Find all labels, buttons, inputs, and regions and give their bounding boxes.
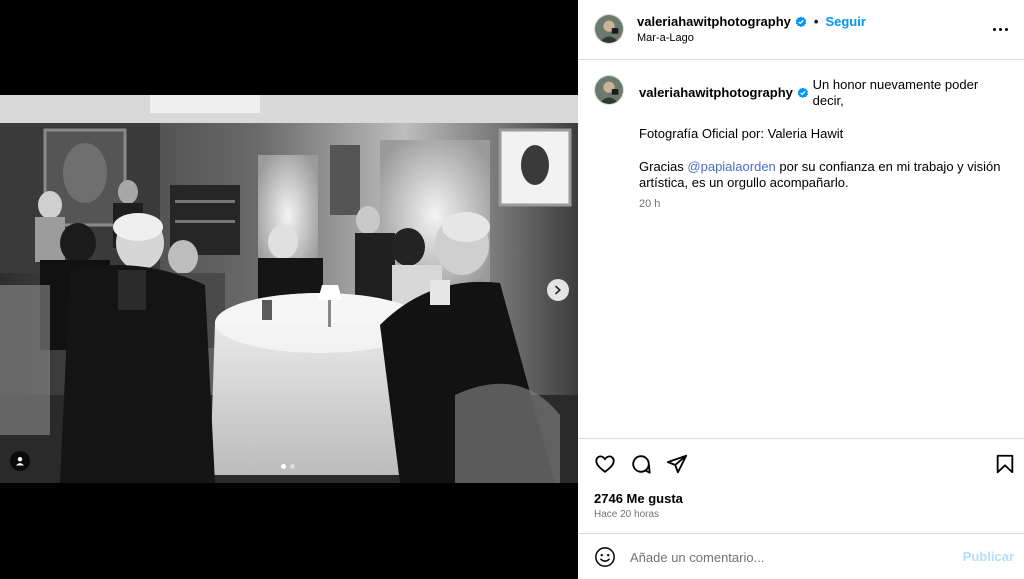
action-icons — [594, 453, 688, 475]
avatar-image — [595, 15, 623, 43]
post-details-panel: valeriahawitphotography • Seguir Mar-a-L… — [578, 0, 1024, 579]
caption-time: 20 h — [639, 198, 661, 210]
publish-button[interactable]: Publicar — [963, 549, 1014, 564]
verified-badge-icon — [797, 87, 808, 99]
caption-text: valeriahawitphotography Un honor nuevame… — [639, 77, 1009, 212]
send-icon[interactable] — [666, 453, 688, 475]
post-header: valeriahawitphotography • Seguir Mar-a-L… — [578, 0, 1024, 60]
post-actions: 2746 Me gusta Hace 20 horas — [578, 438, 1024, 533]
emoji-icon[interactable] — [594, 546, 616, 568]
comment-input[interactable] — [630, 546, 950, 568]
chevron-right-icon — [555, 285, 561, 295]
photo-illustration — [0, 95, 578, 483]
carousel-indicator — [281, 464, 295, 469]
verified-badge-icon — [795, 16, 807, 27]
carousel-dot — [290, 464, 295, 469]
caption-line-3-prefix: Gracias — [639, 159, 688, 174]
caption-line-2: Fotografía Oficial por: Valeria Hawit — [639, 126, 844, 141]
separator-dot: • — [813, 14, 819, 29]
more-horizontal-icon — [992, 27, 996, 31]
likes-count[interactable]: 2746 Me gusta — [594, 491, 683, 506]
more-horizontal-icon — [1004, 27, 1008, 31]
caption-line-3: Gracias @papialaorden por su confianza e… — [639, 159, 1009, 191]
caption-line-1: Un honor nuevamente poder decir, — [812, 77, 979, 108]
author-row: valeriahawitphotography • Seguir — [637, 14, 866, 29]
more-horizontal-icon — [998, 27, 1002, 31]
more-options-button[interactable] — [988, 20, 1012, 38]
bookmark-icon[interactable] — [994, 453, 1016, 475]
author-username[interactable]: valeriahawitphotography — [637, 14, 791, 29]
caption-username[interactable]: valeriahawitphotography — [639, 85, 793, 101]
tagged-users-button[interactable] — [10, 451, 30, 471]
carousel-dot-active — [281, 464, 286, 469]
media-pane — [0, 0, 578, 579]
post-timestamp: Hace 20 horas — [594, 509, 660, 520]
post-location[interactable]: Mar-a-Lago — [637, 32, 694, 44]
comment-bar: Publicar — [578, 533, 1024, 579]
follow-button[interactable]: Seguir — [825, 14, 865, 29]
caption-mention-link[interactable]: @papialaorden — [687, 159, 775, 174]
caption-author-avatar[interactable] — [594, 75, 624, 105]
carousel-next-button[interactable] — [547, 279, 569, 301]
heart-icon[interactable] — [594, 453, 616, 475]
user-tag-icon — [16, 457, 24, 466]
post-photo[interactable] — [0, 95, 578, 483]
caption-first-line: valeriahawitphotography Un honor nuevame… — [639, 77, 1009, 109]
caption-area: valeriahawitphotography Un honor nuevame… — [578, 61, 1024, 437]
author-avatar[interactable] — [594, 14, 624, 44]
avatar-image — [595, 76, 623, 104]
comment-icon[interactable] — [630, 453, 652, 475]
